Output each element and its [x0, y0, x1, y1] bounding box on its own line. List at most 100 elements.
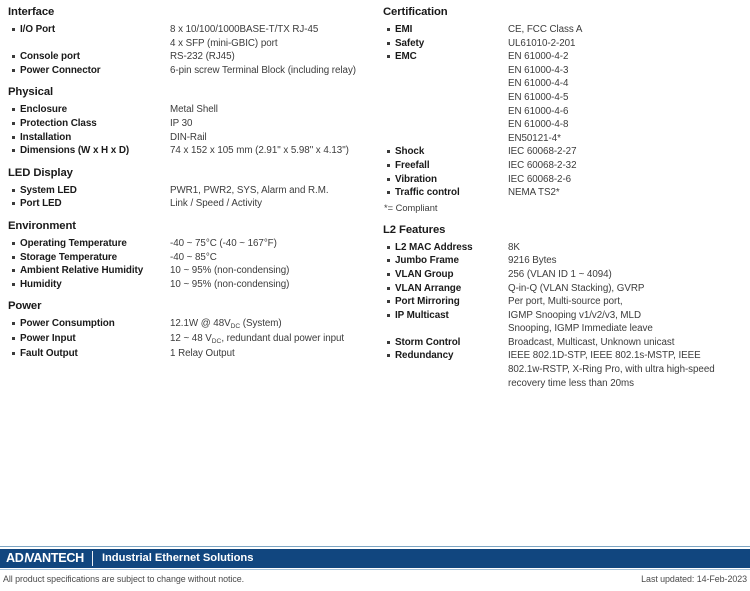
spec-row: Humidity 10 ~ 95% (non-condensing) [8, 278, 373, 292]
bullet-icon [12, 255, 15, 259]
spec-row-label: EMC [383, 50, 508, 64]
spec-row-value: 1 Relay Output [170, 347, 373, 361]
spec-row: IP Multicast IGMP Snooping v1/v2/v3, MLD S… [383, 309, 748, 336]
spec-row-label: IP Multicast [383, 309, 508, 323]
spec-row-value: Metal Shell [170, 103, 373, 117]
spec-label-text: Freefall [395, 159, 430, 171]
spec-row: Redundancy IEEE 802.1D-STP, IEEE 802.1s-M… [383, 349, 748, 390]
brand-divider [91, 551, 93, 566]
spec-label-text: Power Connector [20, 64, 101, 76]
spec-row-label: Operating Temperature [8, 237, 170, 251]
bullet-icon [12, 351, 15, 355]
spec-label-text: VLAN Group [395, 268, 454, 280]
left-column: Interface I/O Port 8 x 10/100/1000BASE-T/T… [4, 6, 379, 369]
bullet-icon [387, 150, 390, 154]
spec-value-line: Link / Speed / Activity [170, 198, 262, 210]
spec-value-line: 6-pin screw Terminal Block (including re… [170, 64, 357, 76]
bullet-icon [387, 28, 390, 31]
bullet-icon [387, 163, 390, 167]
spec-label-text: Safety [395, 37, 425, 49]
spec-row-value: Per port, Multi-source port, [508, 295, 748, 309]
spec-label-text: Jumbo Frame [395, 255, 459, 267]
spec-row: Power Consumption 12.1W @ 48VDC (System) [8, 317, 373, 332]
spec-section-title: Physical [8, 86, 54, 99]
bullet-icon [387, 300, 390, 304]
bullet-icon [12, 336, 15, 340]
spec-row-value: Link / Speed / Activity [170, 197, 373, 211]
spec-label-text: IP Multicast [395, 309, 449, 321]
spec-label-text: Storm Control [395, 336, 461, 348]
spec-row-label: Dimensions (W x H x D) [8, 144, 170, 158]
spec-value-line: CE, FCC Class A [508, 24, 583, 35]
spec-sheet: Interface I/O Port 8 x 10/100/1000BASE-T/T… [0, 0, 750, 540]
spec-value-line: RS-232 (RJ45) [170, 51, 235, 63]
page-footer: AD\VANTECH Industrial Ethernet Solutions… [0, 540, 750, 591]
spec-value-line: Per port, Multi-source port, [508, 296, 623, 308]
spec-section: Environment Operating Temperature -40 ~ 75… [8, 220, 373, 291]
spec-value-line: 12 ~ 48 VDC, redundant dual power input [170, 332, 345, 345]
spec-value-line: PWR1, PWR2, SYS, Alarm and R.M. [170, 184, 329, 196]
spec-value-line: IEC 60068-2-6 [508, 173, 572, 185]
spec-value-line: EN 61000-4-4 [508, 78, 569, 90]
footer-top-rule [0, 546, 750, 547]
spec-value-line: Q-in-Q (VLAN Stacking), GVRP [508, 282, 645, 294]
spec-value-line: NEMA TS2* [508, 187, 560, 199]
spec-row-label: Port LED [8, 197, 170, 211]
spec-row: Jumbo Frame 9216 Bytes [383, 254, 748, 268]
bullet-icon [12, 202, 15, 206]
spec-section: Certification EMI CE, FCC Class A Safety UL6… [383, 6, 748, 215]
spec-row: EMI CE, FCC Class A [383, 23, 748, 37]
spec-label-text: I/O Port [20, 24, 56, 35]
spec-label-text: Power Input [20, 332, 76, 344]
footer-disclaimer: All product specifications are subject t… [3, 574, 245, 584]
spec-row-label: Fault Output [8, 347, 170, 361]
spec-value-line: EN 61000-4-8 [508, 119, 569, 131]
spec-row-value: 256 (VLAN ID 1 ~ 4094) [508, 268, 748, 282]
spec-row: Safety UL61010-2-201 [383, 37, 748, 51]
spec-label-text: Ambient Relative Humidity [20, 265, 144, 277]
spec-value-line: 9216 Bytes [508, 255, 557, 267]
spec-value-line: -40 ~ 85°C [170, 251, 217, 263]
spec-value-line: 1 Relay Output [170, 347, 235, 359]
spec-value-line: EN50121-4* [508, 132, 561, 144]
spec-value-line: EN 61000-4-3 [508, 64, 569, 76]
spec-row: Ambient Relative Humidity 10 ~ 95% (non-c… [8, 264, 373, 278]
spec-value-line: 8K [508, 241, 520, 253]
spec-row: Dimensions (W x H x D) 74 x 152 x 105 mm … [8, 144, 373, 158]
spec-label-text: Power Consumption [20, 318, 115, 330]
spec-row-label: Jumbo Frame [383, 254, 508, 268]
spec-columns: Interface I/O Port 8 x 10/100/1000BASE-T/T… [4, 6, 746, 399]
spec-row-label: EMI [383, 23, 508, 37]
spec-label-text: Storage Temperature [20, 251, 118, 263]
spec-value-line: IEEE 802.1D-STP, IEEE 802.1s-MSTP, IEEE [508, 350, 701, 362]
spec-row-value: RS-232 (RJ45) [170, 50, 373, 64]
spec-row: VLAN Arrange Q-in-Q (VLAN Stacking), GVRP [383, 282, 748, 296]
spec-row-value: 6-pin screw Terminal Block (including re… [170, 64, 373, 78]
advantech-logo: AD\VANTECH [6, 551, 84, 565]
spec-row-label: Storage Temperature [8, 251, 170, 265]
spec-label-text: EMI [395, 24, 413, 35]
spec-label-text: L2 MAC Address [395, 241, 473, 253]
bullet-icon [12, 282, 15, 286]
spec-row: Enclosure Metal Shell [8, 103, 373, 117]
spec-section-title: Environment [8, 219, 76, 232]
spec-value-line: Broadcast, Multicast, Unknown unicast [508, 336, 675, 348]
spec-value-line: IGMP Snooping v1/v2/v3, MLD [508, 309, 641, 321]
spec-row-value: UL61010-2-201 [508, 37, 748, 51]
bullet-icon [12, 55, 15, 59]
spec-row-label: Power Consumption [8, 317, 170, 331]
spec-label-text: Port Mirroring [395, 296, 460, 308]
bullet-icon [387, 55, 390, 59]
spec-row-label: Safety [383, 37, 508, 51]
spec-row: Power Input 12 ~ 48 VDC, redundant dual p… [8, 332, 373, 347]
spec-label-text: Shock [395, 146, 425, 158]
spec-row: Fault Output 1 Relay Output [8, 347, 373, 361]
spec-row: Installation DIN-Rail [8, 131, 373, 145]
spec-label-text: Protection Class [20, 117, 97, 129]
spec-row-value: 10 ~ 95% (non-condensing) [170, 278, 373, 292]
spec-section-title: L2 Features [383, 223, 446, 236]
bullet-icon [387, 259, 390, 263]
bullet-icon [12, 121, 15, 125]
spec-row-label: Traffic control [383, 186, 508, 200]
spec-value-line: 4 x SFP (mini-GBIC) port [170, 37, 278, 49]
